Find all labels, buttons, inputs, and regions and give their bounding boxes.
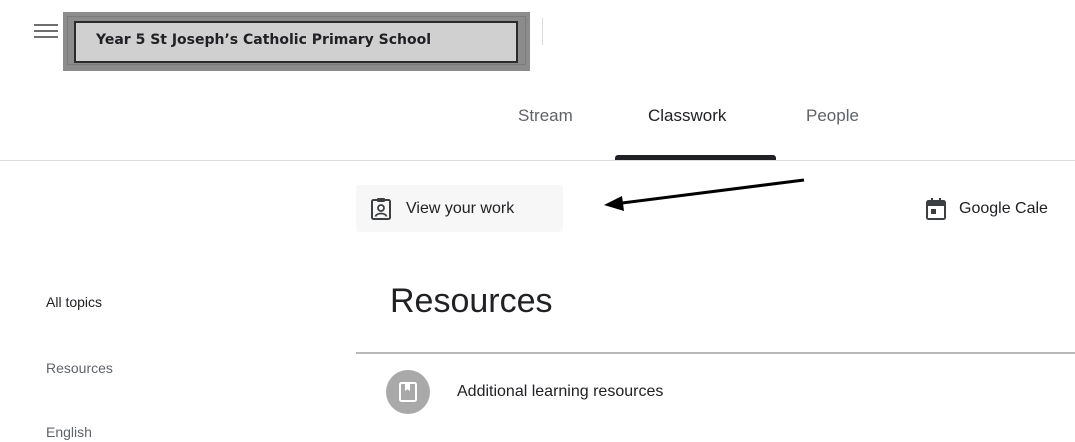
annotation-arrow-icon: [604, 178, 805, 211]
tab-people[interactable]: People: [806, 106, 859, 126]
material-item[interactable]: Additional learning resources: [386, 370, 663, 414]
google-calendar-label: Google Cale: [959, 199, 1048, 217]
class-title-frame: Year 5 St Joseph’s Catholic Primary Scho…: [67, 16, 526, 65]
tab-stream[interactable]: Stream: [518, 106, 573, 126]
topic-all-topics[interactable]: All topics: [46, 294, 102, 310]
classroom-page: Year 5 St Joseph’s Catholic Primary Scho…: [0, 0, 1075, 442]
google-calendar-button[interactable]: Google Cale: [915, 185, 1075, 232]
material-icon: [386, 370, 430, 414]
material-book-icon: [399, 382, 417, 402]
material-label: Additional learning resources: [457, 383, 664, 400]
view-your-work-label: View your work: [406, 199, 515, 217]
calendar-icon: [926, 197, 946, 220]
topic-english[interactable]: English: [46, 424, 92, 440]
class-title[interactable]: Year 5 St Joseph’s Catholic Primary Scho…: [74, 21, 518, 63]
section-divider: [356, 352, 1075, 354]
class-title-box: Year 5 St Joseph’s Catholic Primary Scho…: [63, 12, 530, 71]
topic-resources[interactable]: Resources: [46, 360, 113, 376]
tabs-divider: [0, 160, 1075, 161]
header-divider: [542, 18, 543, 45]
tab-classwork[interactable]: Classwork: [648, 106, 726, 126]
assignment-ind-icon: [371, 197, 391, 220]
hamburger-menu-icon[interactable]: [34, 24, 58, 42]
section-title: Resources: [390, 282, 553, 320]
view-your-work-button[interactable]: View your work: [356, 185, 563, 232]
